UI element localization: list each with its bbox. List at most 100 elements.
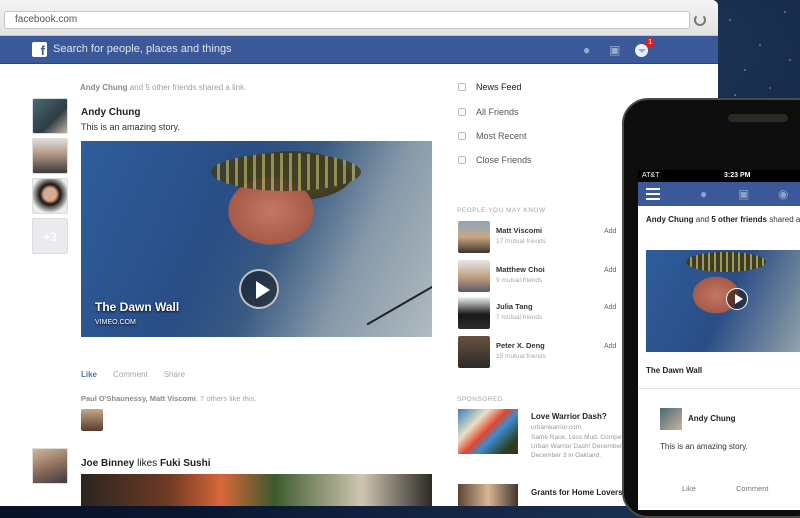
video-image-detail [366, 278, 432, 326]
pymk-mutual: 9 mutual friends [496, 277, 543, 284]
story2-image[interactable] [81, 474, 432, 506]
post-text: This is an amazing story. [660, 442, 748, 451]
video-thumbnail[interactable] [646, 250, 800, 352]
story-friends-link[interactable]: 5 other friends [711, 215, 767, 224]
story-header-text: and [695, 215, 710, 224]
video-title[interactable]: The Dawn Wall [646, 366, 702, 375]
video-thumbnail[interactable]: The Dawn Wall VIMEO.COM [81, 141, 432, 337]
sidebar-item-news-feed[interactable]: News Feed [458, 82, 522, 92]
ad-image[interactable] [458, 484, 518, 506]
video-image-detail [686, 252, 766, 272]
menu-icon[interactable] [646, 188, 660, 200]
more-avatars-button[interactable]: +3 [32, 218, 68, 254]
pymk-item[interactable]: Matt Viscomi 17 mutual friends Add [458, 221, 638, 255]
friend-requests-icon[interactable]: ● [583, 44, 597, 56]
sidebar-item-close-friends[interactable]: Close Friends [458, 155, 532, 165]
story2-header: Joe Binney likes Fuki Sushi [81, 458, 211, 469]
friend-requests-icon[interactable]: ● [700, 188, 714, 200]
browser-chrome: facebook.com [0, 0, 718, 36]
pymk-name[interactable]: Matthew Choi [496, 265, 545, 274]
poster-name[interactable]: Andy Chung [81, 107, 140, 118]
search-input[interactable]: Search for people, places and things [53, 43, 453, 55]
poster-name[interactable]: Andy Chung [688, 414, 736, 423]
pymk-name[interactable]: Matt Viscomi [496, 226, 542, 235]
browser-window: facebook.com f Search for people, places… [0, 0, 718, 506]
avatar[interactable] [660, 408, 682, 430]
avatar[interactable] [458, 336, 490, 368]
comment-button[interactable]: Comment [113, 370, 148, 379]
story2-actor[interactable]: Joe Binney [81, 458, 134, 469]
friend-avatar-stack: +3 [32, 98, 70, 258]
likes-rest: , 7 others like this. [195, 394, 257, 403]
avatar[interactable] [32, 98, 68, 134]
pymk-mutual: 15 mutual friends [496, 353, 546, 360]
like-button[interactable]: Like [81, 370, 97, 379]
status-clock: 3:23 PM [724, 172, 751, 179]
pymk-name[interactable]: Peter X. Deng [496, 341, 545, 350]
avatar[interactable] [458, 260, 490, 292]
news-feed: Andy Chung and 5 other friends shared a … [0, 64, 440, 506]
phone-fb-bar: ● ▣ ◉ [638, 182, 800, 206]
phone-speaker [728, 114, 788, 122]
sidebar-item-most-recent[interactable]: Most Recent [458, 131, 527, 141]
pymk-name[interactable]: Julia Tang [496, 302, 533, 311]
story2-verb: likes [137, 458, 158, 469]
comment-button[interactable]: Comment [736, 484, 769, 493]
ad-title[interactable]: Love Warrior Dash? [531, 412, 607, 421]
sidebar-item-all-friends[interactable]: All Friends [458, 107, 519, 117]
facebook-logo-icon[interactable]: f [32, 42, 47, 57]
video-source: VIMEO.COM [95, 319, 136, 326]
add-friend-button[interactable]: Add [604, 343, 616, 350]
address-bar[interactable]: facebook.com [4, 11, 690, 29]
phone-status-bar: AT&T 3:23 PM [638, 170, 800, 182]
story-header-text: shared a link. [769, 215, 800, 224]
star-icon [458, 156, 466, 164]
clock-icon [458, 132, 466, 140]
avatar[interactable] [458, 297, 490, 329]
like-button[interactable]: Like [682, 484, 696, 493]
add-friend-button[interactable]: Add [604, 304, 616, 311]
avatar[interactable] [32, 448, 68, 484]
post-text: This is an amazing story. [81, 122, 180, 132]
phone-device: AT&T 3:23 PM ● ▣ ◉ Andy Chung and 5 othe… [622, 98, 800, 518]
phone-screen: AT&T 3:23 PM ● ▣ ◉ Andy Chung and 5 othe… [638, 170, 800, 510]
sidebar-item-label: Most Recent [476, 131, 527, 141]
story-actor-link[interactable]: Andy Chung [80, 83, 128, 92]
share-button[interactable]: Share [164, 370, 185, 379]
sponsored-title: SPONSORED [457, 396, 504, 403]
add-friend-button[interactable]: Add [604, 267, 616, 274]
messages-icon[interactable]: ▣ [738, 188, 752, 200]
notification-badge: 1 [646, 38, 654, 47]
play-button-icon[interactable] [239, 269, 279, 309]
reload-icon[interactable] [694, 14, 706, 26]
likes-summary: Paul O'Shaunessy, Matt Viscomi, 7 others… [81, 394, 256, 403]
notifications-globe-icon[interactable]: ◉ [778, 188, 792, 200]
pymk-item[interactable]: Peter X. Deng 15 mutual friends Add [458, 336, 638, 370]
phone-story-header: Andy Chung and 5 other friends shared a … [646, 214, 800, 225]
pymk-item[interactable]: Julia Tang 7 mutual friends Add [458, 297, 638, 331]
pymk-mutual: 7 mutual friends [496, 314, 543, 321]
ad-title[interactable]: Grants for Home Lovers? [531, 488, 627, 497]
sidebar-item-label: Close Friends [476, 155, 532, 165]
avatar[interactable] [458, 221, 490, 253]
sidebar-item-label: News Feed [476, 82, 522, 92]
likes-names[interactable]: Paul O'Shaunessy, Matt Viscomi [81, 394, 196, 403]
pymk-mutual: 17 mutual friends [496, 238, 546, 245]
sidebar-item-label: All Friends [476, 107, 519, 117]
pymk-item[interactable]: Matthew Choi 9 mutual friends Add [458, 260, 638, 294]
play-button-icon[interactable] [726, 288, 748, 310]
ad-image[interactable] [458, 409, 518, 454]
story2-page[interactable]: Fuki Sushi [160, 458, 211, 469]
news-feed-icon [458, 83, 466, 91]
chevron-down-icon[interactable] [638, 49, 646, 53]
messages-icon[interactable]: ▣ [609, 44, 623, 56]
avatar[interactable] [32, 178, 68, 214]
story-actions: Like Comment Share [81, 370, 185, 379]
divider [638, 388, 800, 389]
add-friend-button[interactable]: Add [604, 228, 616, 235]
friends-icon [458, 108, 466, 116]
story-actor-link[interactable]: Andy Chung [646, 215, 694, 224]
story-header: Andy Chung and 5 other friends shared a … [80, 83, 246, 92]
avatar[interactable] [32, 138, 68, 174]
video-title[interactable]: The Dawn Wall [95, 300, 179, 314]
